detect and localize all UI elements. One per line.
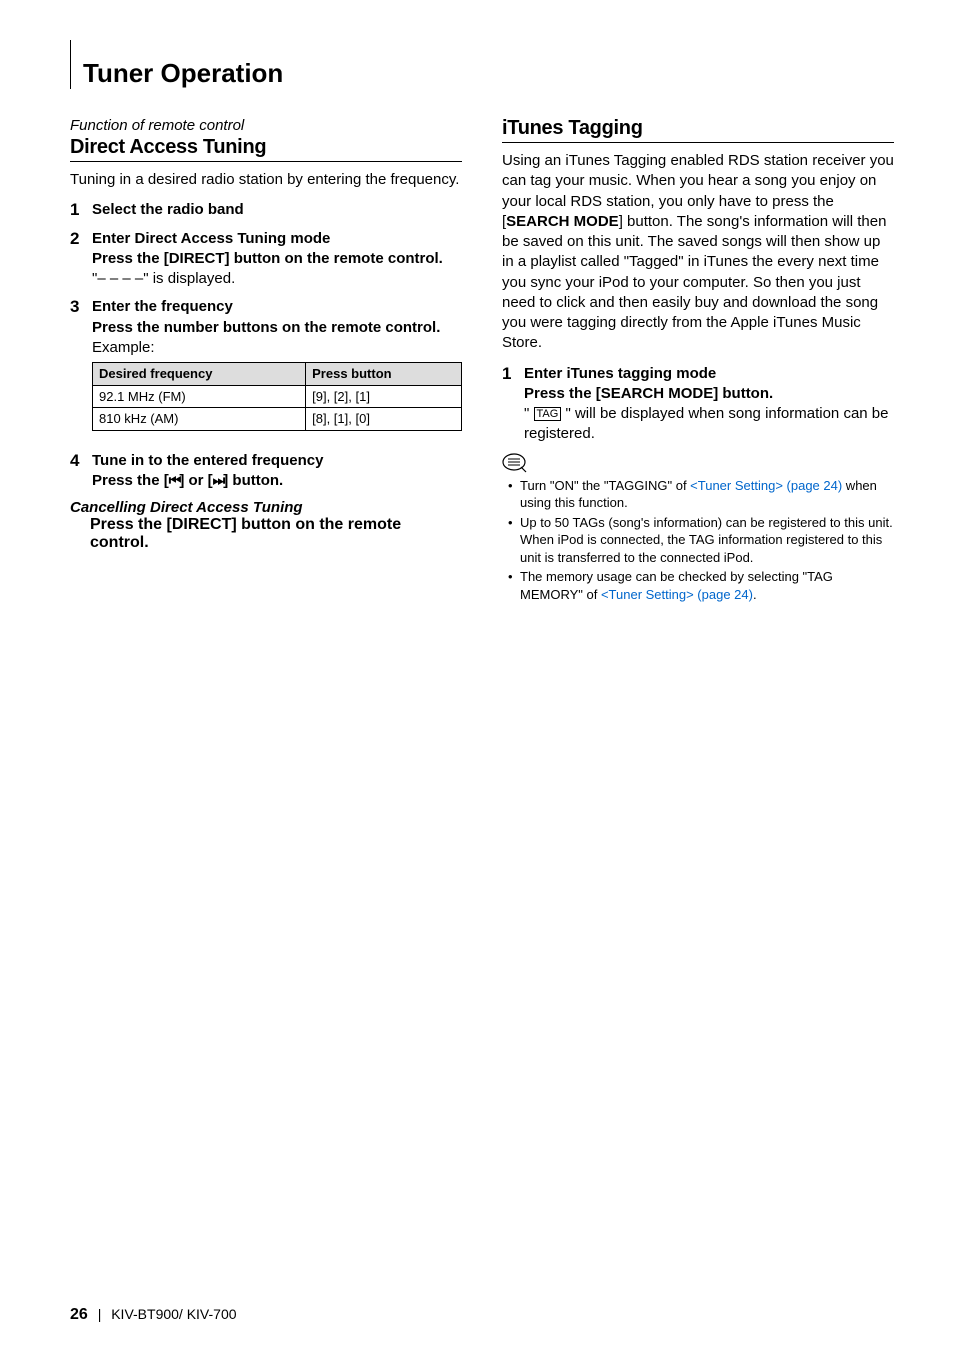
section-heading-itunes: iTunes Tagging <box>502 117 894 143</box>
step-title: Enter the frequency <box>92 297 462 317</box>
page-title: Tuner Operation <box>70 40 894 89</box>
tag-indicator: TAG <box>534 407 562 421</box>
table-cell: 92.1 MHz (FM) <box>93 385 306 408</box>
step-result: "– – – –" is displayed. <box>92 269 462 289</box>
step-1-right: 1 Enter iTunes tagging mode Press the [S… <box>502 364 894 445</box>
step-instruction: Press the [SEARCH MODE] button. <box>524 384 894 404</box>
note-item: Up to 50 TAGs (song's information) can b… <box>512 514 894 567</box>
next-track-icon: ⏭ <box>213 472 224 488</box>
step-instruction: Press the [⏮] or [⏭] button. <box>92 471 462 491</box>
link-tuner-setting[interactable]: <Tuner Setting> (page 24) <box>690 478 842 493</box>
step-3: 3 Enter the frequency Press the number b… <box>70 297 462 442</box>
step-4: 4 Tune in to the entered frequency Press… <box>70 451 462 492</box>
note-item: The memory usage can be checked by selec… <box>512 568 894 603</box>
step-number: 2 <box>70 229 84 290</box>
cancel-instruction: Press the [DIRECT] button on the remote … <box>90 516 462 552</box>
text: " will be displayed when song informatio… <box>524 405 888 442</box>
note-icon <box>502 453 894 473</box>
step-title: Enter Direct Access Tuning mode <box>92 229 462 249</box>
table-header: Desired frequency <box>93 363 306 386</box>
table-cell: [9], [2], [1] <box>306 385 462 408</box>
function-note: Function of remote control <box>70 117 462 134</box>
text: Turn "ON" the "TAGGING" of <box>520 478 690 493</box>
notes-list: Turn "ON" the "TAGGING" of <Tuner Settin… <box>502 477 894 604</box>
example-label: Example: <box>92 338 462 358</box>
step-title: Enter iTunes tagging mode <box>524 364 894 384</box>
note-item: Turn "ON" the "TAGGING" of <Tuner Settin… <box>512 477 894 512</box>
step-instruction: Press the [DIRECT] button on the remote … <box>92 249 462 269</box>
table-header: Press button <box>306 363 462 386</box>
text: ] button. <box>223 472 283 489</box>
prev-track-icon: ⏮ <box>169 472 180 488</box>
footer-separator: | <box>98 1306 102 1322</box>
frequency-table: Desired frequency Press button 92.1 MHz … <box>92 362 462 431</box>
step-number: 1 <box>70 200 84 220</box>
text: Press the [ <box>92 472 169 489</box>
text: . <box>753 587 757 602</box>
page-number: 26 <box>70 1306 88 1323</box>
intro-text: Using an iTunes Tagging enabled RDS stat… <box>502 151 894 354</box>
table-row: 810 kHz (AM) [8], [1], [0] <box>93 408 462 431</box>
bold-text: SEARCH MODE <box>506 213 619 230</box>
text: ] button. The song's information will th… <box>502 213 886 352</box>
left-column: Function of remote control Direct Access… <box>70 117 462 605</box>
footer: 26 | KIV-BT900/ KIV-700 <box>70 1306 237 1324</box>
step-instruction: Press the number buttons on the remote c… <box>92 318 462 338</box>
link-tuner-setting[interactable]: <Tuner Setting> (page 24) <box>601 587 753 602</box>
footer-model: KIV-BT900/ KIV-700 <box>111 1306 236 1322</box>
step-number: 3 <box>70 297 84 442</box>
table-cell: 810 kHz (AM) <box>93 408 306 431</box>
step-2: 2 Enter Direct Access Tuning mode Press … <box>70 229 462 290</box>
cancel-heading: Cancelling Direct Access Tuning <box>70 499 462 516</box>
table-row: 92.1 MHz (FM) [9], [2], [1] <box>93 385 462 408</box>
table-header-row: Desired frequency Press button <box>93 363 462 386</box>
step-title: Select the radio band <box>92 201 244 218</box>
step-number: 4 <box>70 451 84 492</box>
step-1: 1 Select the radio band <box>70 200 462 220</box>
intro-text: Tuning in a desired radio station by ent… <box>70 170 462 190</box>
table-cell: [8], [1], [0] <box>306 408 462 431</box>
step-number: 1 <box>502 364 516 445</box>
step-title: Tune in to the entered frequency <box>92 451 462 471</box>
right-column: iTunes Tagging Using an iTunes Tagging e… <box>502 117 894 605</box>
step-result: " TAG " will be displayed when song info… <box>524 404 894 445</box>
text: ] or [ <box>179 472 212 489</box>
text: " <box>524 405 534 422</box>
section-heading-direct-access: Direct Access Tuning <box>70 136 462 162</box>
